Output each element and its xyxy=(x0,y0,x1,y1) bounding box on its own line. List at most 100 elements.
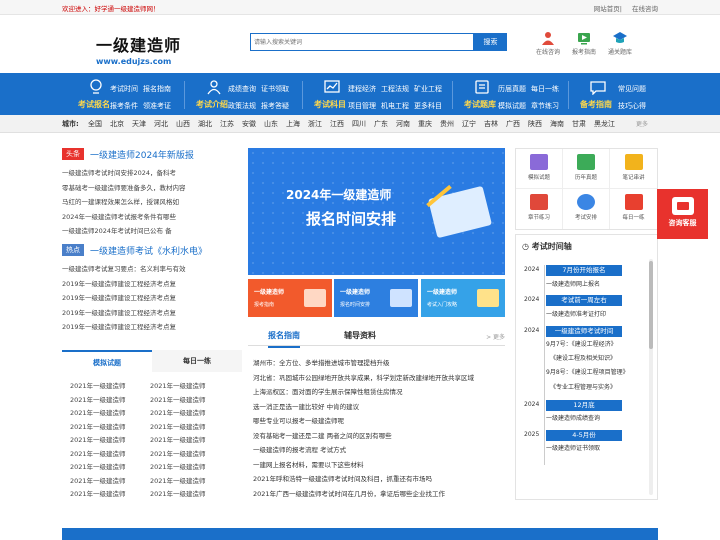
list-item[interactable]: 2024年一级建造师考试报考条件有哪些 xyxy=(62,210,242,225)
tab-study-materials[interactable]: 辅导资料 xyxy=(344,330,376,341)
list-item[interactable]: 马红的一建课程效果怎么样，授课风格如 xyxy=(62,195,242,210)
nav-link[interactable]: 报考答疑 xyxy=(261,102,289,110)
list-item[interactable]: 哪些专业可以报考一级建造师呢 xyxy=(253,414,505,429)
list-item[interactable]: 上海派权区：面对面的学生展示保障性租赁住房情况 xyxy=(253,385,505,400)
mini-banner-guide[interactable]: 一级建造师 报考指南 xyxy=(248,279,332,317)
mini-banner-primer[interactable]: 一级建造师 考试入门攻略 xyxy=(421,279,505,317)
main-banner[interactable]: 2024年一级建造师 报名时间安排 xyxy=(248,148,505,275)
list-item[interactable]: 2019年一级建造师建设工程经济考点复 xyxy=(62,277,242,292)
nav-link[interactable]: 常见问题 xyxy=(618,85,646,93)
city-link[interactable]: 吉林 xyxy=(484,119,498,129)
tab-daily-practice[interactable]: 每日一练 xyxy=(152,350,242,372)
mini-banner-schedule[interactable]: 一级建造师 报名时间安排 xyxy=(334,279,418,317)
list-item[interactable]: 湖州市：全方位、多举措推进城市管理提档升级 xyxy=(253,356,505,371)
city-link[interactable]: 四川 xyxy=(352,119,366,129)
nav-link[interactable]: 报考条件 xyxy=(110,102,138,110)
city-link[interactable]: 贵州 xyxy=(440,119,454,129)
list-item[interactable]: 零基础考一级建造师要准备多久，教材内容 xyxy=(62,181,242,196)
list-item[interactable]: 2021年一级建造师 xyxy=(70,394,126,404)
list-item[interactable]: 2021年一级建造师 xyxy=(70,448,126,458)
city-link[interactable]: 湖北 xyxy=(198,119,212,129)
nav-link[interactable]: 技巧心得 xyxy=(618,102,646,110)
nav-link[interactable]: 每日一练 xyxy=(531,85,559,93)
list-item[interactable]: 2021年一级建造师 xyxy=(70,434,126,444)
list-item[interactable]: 2021年一级建造师 xyxy=(150,407,206,417)
list-item[interactable]: 2021年一级建造师 xyxy=(150,394,206,404)
tool-guide[interactable]: 报考指南 xyxy=(564,31,604,56)
nav-link[interactable]: 工程法规 xyxy=(381,85,409,93)
city-link[interactable]: 上海 xyxy=(286,119,300,129)
list-item[interactable]: 2021年呼和浩特一级建造师考试时间及科目，抓重还有市场吗 xyxy=(253,472,505,487)
city-link[interactable]: 天津 xyxy=(132,119,146,129)
city-link[interactable]: 河南 xyxy=(396,119,410,129)
city-link[interactable]: 山西 xyxy=(176,119,190,129)
grid-daily-practice[interactable]: 每日一练 xyxy=(610,189,657,229)
search-input[interactable] xyxy=(251,34,473,50)
list-item[interactable]: 2021年一级建造师 xyxy=(150,448,206,458)
grid-mock-exams[interactable]: 模拟试题 xyxy=(516,149,563,189)
headline-title[interactable]: 一级建造师2024年新版报 xyxy=(90,148,194,161)
list-item[interactable]: 2019年一级建造师建设工程经济考点复 xyxy=(62,306,242,321)
search-button[interactable]: 搜索 xyxy=(474,33,507,51)
nav-link[interactable]: 报名指南 xyxy=(143,85,171,93)
list-item[interactable]: 2019年一级建造师建设工程经济考点复 xyxy=(62,320,242,335)
city-link[interactable]: 辽宁 xyxy=(462,119,476,129)
list-item[interactable]: 2021年一级建造师 xyxy=(70,461,126,471)
nav-title[interactable]: 考试科目 xyxy=(308,99,352,110)
list-item[interactable]: 2021年广西一级建造师考试时间在几月份，拿证后哪些企业找工作 xyxy=(253,487,505,502)
grid-notes[interactable]: 笔记串讲 xyxy=(610,149,657,189)
nav-title[interactable]: 备考指南 xyxy=(574,99,618,110)
list-item[interactable]: 2021年一级建造师 xyxy=(70,488,126,498)
nav-link[interactable]: 机电工程 xyxy=(381,102,409,110)
site-logo[interactable]: 一级建造师 www.edujzs.com xyxy=(96,32,196,66)
city-link[interactable]: 山东 xyxy=(264,119,278,129)
nav-link[interactable]: 模拟试题 xyxy=(498,102,526,110)
grid-chapter-practice[interactable]: 章节练习 xyxy=(516,189,563,229)
list-item[interactable]: 2021年一级建造师 xyxy=(70,421,126,431)
nav-link[interactable]: 项目管理 xyxy=(348,102,376,110)
city-link[interactable]: 广东 xyxy=(374,119,388,129)
timeline-scroll-thumb[interactable] xyxy=(649,261,653,349)
nav-link[interactable]: 政策法规 xyxy=(228,102,256,110)
list-item[interactable]: 2021年一级建造师 xyxy=(150,461,206,471)
list-item[interactable]: 2021年一级建造师 xyxy=(70,475,126,485)
nav-link[interactable]: 更多科目 xyxy=(414,102,442,110)
city-link[interactable]: 重庆 xyxy=(418,119,432,129)
nav-link[interactable]: 矿业工程 xyxy=(414,85,442,93)
list-item[interactable]: 2021年一级建造师 xyxy=(150,380,206,390)
city-link[interactable]: 安徽 xyxy=(242,119,256,129)
tool-question-bank[interactable]: 通关题库 xyxy=(600,31,640,56)
city-link[interactable]: 陕西 xyxy=(528,119,542,129)
consult-float-button[interactable]: 咨询客服 xyxy=(657,189,708,239)
list-item[interactable]: 2021年一级建造师 xyxy=(150,434,206,444)
grid-exam-schedule[interactable]: 考试安排 xyxy=(563,189,610,229)
list-item[interactable]: 河北省：巩固城市公园绿地开放共享成果，科学划定新改建绿地开放共享区域 xyxy=(253,371,505,386)
list-item[interactable]: 一建网上报名材料，需要以下这些材料 xyxy=(253,458,505,473)
list-item[interactable]: 一级建造师考试时间安排2024，备科考 xyxy=(62,166,242,181)
home-link[interactable]: 网站首页 xyxy=(594,5,620,13)
nav-link[interactable]: 成绩查询 xyxy=(228,85,256,93)
nav-title[interactable]: 考试题库 xyxy=(458,99,502,110)
list-item[interactable]: 2019年一级建造师建设工程经济考点复 xyxy=(62,291,242,306)
nav-link[interactable]: 历届真题 xyxy=(498,85,526,93)
city-link[interactable]: 全国 xyxy=(88,119,102,129)
city-link[interactable]: 浙江 xyxy=(308,119,322,129)
list-item[interactable]: 没有基础考一建还是二建 两者之间的区别有哪些 xyxy=(253,429,505,444)
list-item[interactable]: 2021年一级建造师 xyxy=(70,407,126,417)
nav-link[interactable]: 建程经济 xyxy=(348,85,376,93)
nav-link[interactable]: 领准考证 xyxy=(143,102,171,110)
city-link[interactable]: 广西 xyxy=(506,119,520,129)
list-item[interactable]: 2021年一级建造师 xyxy=(70,380,126,390)
news-more-link[interactable]: > 更多 xyxy=(486,332,505,341)
nav-link[interactable]: 证书领取 xyxy=(261,85,289,93)
city-link[interactable]: 江苏 xyxy=(220,119,234,129)
nav-link[interactable]: 考试时间 xyxy=(110,85,138,93)
hot-title[interactable]: 一级建造师考试《水利水电》 xyxy=(90,244,207,257)
tool-online-consult[interactable]: 在线咨询 xyxy=(528,31,568,56)
city-link[interactable]: 甘肃 xyxy=(572,119,586,129)
city-more-link[interactable]: 更多 xyxy=(636,119,648,128)
city-link[interactable]: 江西 xyxy=(330,119,344,129)
grid-past-exams[interactable]: 历年真题 xyxy=(563,149,610,189)
online-consult-link[interactable]: 在线咨询 xyxy=(632,5,658,13)
list-item[interactable]: 一级建造师2024年考试时间已公布 备 xyxy=(62,224,242,239)
